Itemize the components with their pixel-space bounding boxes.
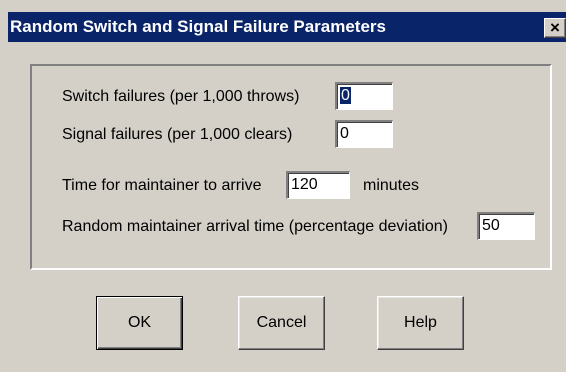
window-title: Random Switch and Signal Failure Paramet…	[10, 17, 386, 36]
switch-failures-label: Switch failures (per 1,000 throws)	[62, 88, 300, 105]
maintainer-time-input[interactable]: 120	[286, 171, 350, 199]
signal-failures-input[interactable]: 0	[335, 120, 393, 148]
arrival-deviation-label: Random maintainer arrival time (percenta…	[62, 218, 448, 235]
minutes-unit-label: minutes	[363, 177, 420, 194]
help-button[interactable]: Help	[377, 296, 464, 350]
title-bar[interactable]: Random Switch and Signal Failure Paramet…	[8, 12, 566, 42]
cancel-button[interactable]: Cancel	[238, 296, 325, 350]
maintainer-time-label: Time for maintainer to arrive	[62, 177, 262, 194]
switch-failures-input[interactable]: 0	[335, 82, 393, 110]
close-button[interactable]: ×	[544, 18, 566, 38]
signal-failures-label: Signal failures (per 1,000 clears)	[62, 126, 293, 143]
failure-parameters-dialog: Random Switch and Signal Failure Paramet…	[0, 0, 566, 372]
close-icon: ×	[550, 18, 560, 37]
ok-button[interactable]: OK	[96, 296, 183, 350]
arrival-deviation-input[interactable]: 50	[477, 212, 535, 240]
